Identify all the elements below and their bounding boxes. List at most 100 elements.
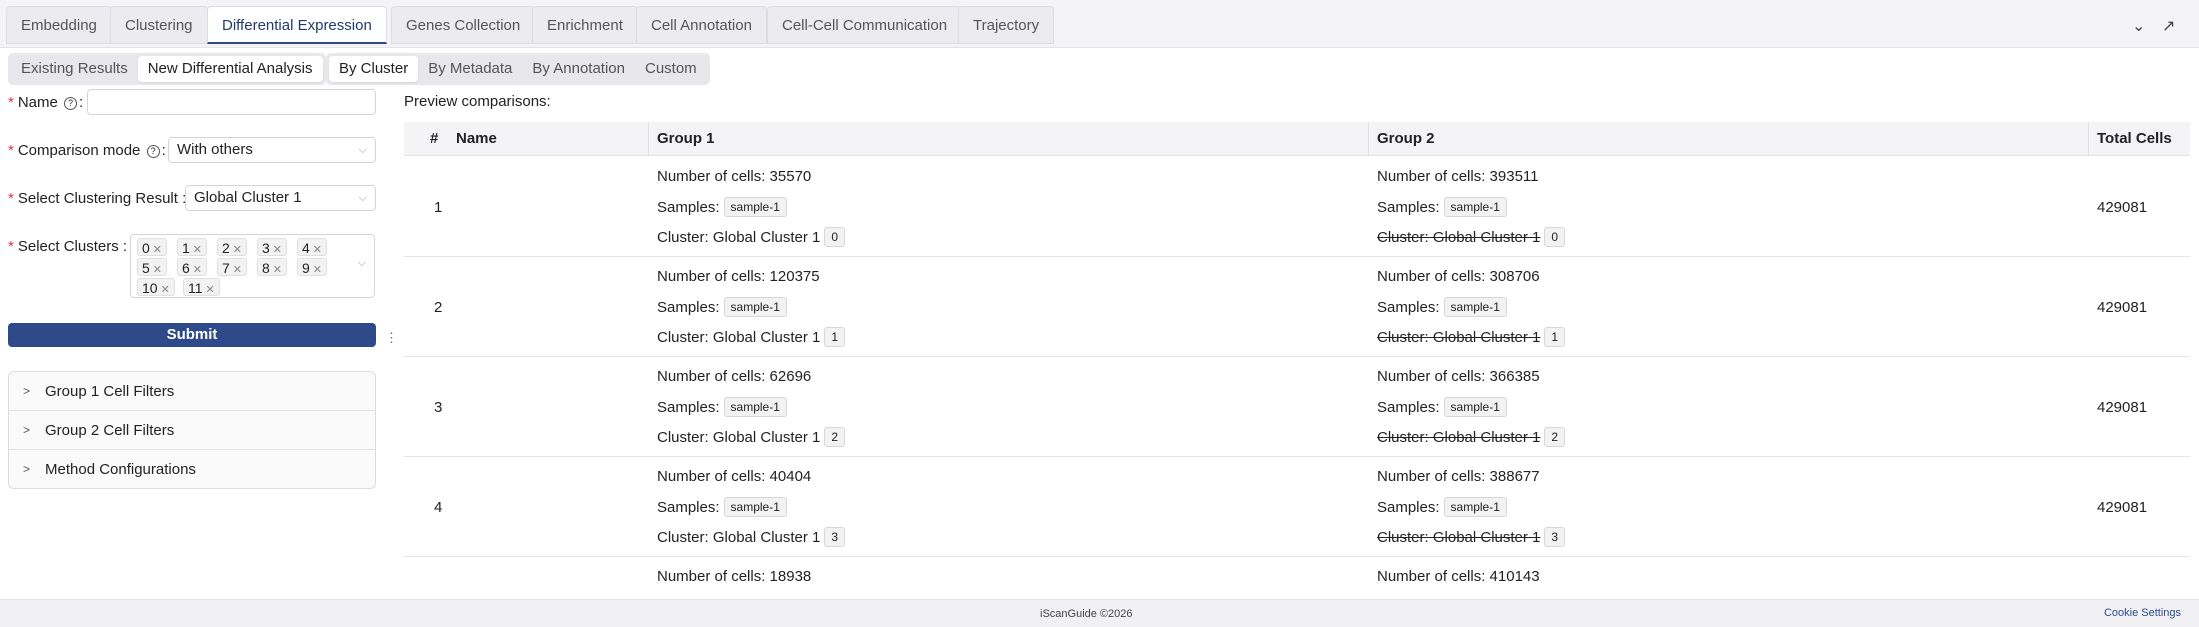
close-icon[interactable]: ✕	[273, 244, 282, 256]
close-icon[interactable]: ✕	[153, 264, 162, 276]
col-name: Name	[456, 130, 497, 147]
footer-brand: iScanGuide ©2026	[1040, 608, 1133, 620]
top-tab-bar: • • • Embedding Clustering Differential …	[0, 0, 2199, 48]
tab-enrichment[interactable]: Enrichment	[532, 6, 638, 44]
help-icon[interactable]: ?	[146, 145, 160, 158]
chevron-down-icon: ⌵	[357, 257, 366, 269]
close-icon[interactable]: ✕	[153, 244, 162, 256]
method-config-panel[interactable]: > Method Configurations	[9, 450, 375, 489]
group1-cluster: Cluster: Global Cluster 12	[657, 427, 846, 447]
col-total-cells: Total Cells	[2088, 122, 2172, 156]
group2-samples: Samples: sample-1	[1377, 297, 1507, 317]
group2-samples: Samples: sample-1	[1377, 497, 1507, 517]
cluster-tag[interactable]: 10 ✕	[137, 278, 175, 296]
group1-cell-count: Number of cells: 62696	[657, 368, 812, 385]
cluster-tag[interactable]: 5 ✕	[137, 258, 168, 276]
cluster-tag[interactable]: 6 ✕	[177, 258, 208, 276]
group2-filters-panel[interactable]: > Group 2 Cell Filters	[9, 411, 375, 450]
close-icon[interactable]: ✕	[206, 284, 215, 296]
cluster-tag[interactable]: 11 ✕	[183, 278, 220, 296]
total-cells: 429081	[2097, 499, 2148, 516]
group1-cluster: Cluster: Global Cluster 11	[657, 327, 846, 347]
row-number: 1	[434, 199, 443, 216]
group1-samples: Samples: sample-1	[657, 297, 787, 317]
clustering-result-select[interactable]: Global Cluster 1 ⌵	[185, 185, 376, 211]
cluster-tag[interactable]: 0 ✕	[137, 238, 168, 256]
tab-custom[interactable]: Custom	[635, 56, 707, 82]
group1-samples: Samples: sample-1	[657, 397, 787, 417]
cluster-chip: 3	[1544, 527, 1566, 547]
close-icon[interactable]: ✕	[313, 244, 322, 256]
tab-trajectory[interactable]: Trajectory	[958, 6, 1055, 44]
tab-differential-expression[interactable]: Differential Expression	[207, 6, 387, 44]
close-icon[interactable]: ✕	[233, 244, 242, 256]
clusters-multiselect[interactable]: 0 ✕ 1 ✕ 2 ✕ 3 ✕ 4 ✕ 5 ✕ 6 ✕ 7 ✕ 8 ✕ 9 ✕ 10 ✕ 11 ✕ ⌵	[130, 234, 375, 298]
cluster-chip: 1	[1544, 327, 1566, 347]
sample-chip: sample-1	[723, 197, 787, 217]
cluster-chip: 1	[824, 327, 846, 347]
cluster-tag[interactable]: 9 ✕	[297, 258, 328, 276]
resize-handle-icon[interactable]: ⋮	[385, 330, 398, 346]
tab-cell-cell-communication[interactable]: Cell-Cell Communication	[767, 6, 963, 44]
close-icon[interactable]: ✕	[193, 244, 202, 256]
group2-cluster: Cluster: Global Cluster 11	[1377, 327, 1566, 347]
cluster-tag[interactable]: 4 ✕	[297, 238, 328, 256]
filters-collapse: > Group 1 Cell Filters > Group 2 Cell Filt…	[8, 371, 376, 489]
group2-cell-count: Number of cells: 410143	[1377, 568, 1540, 585]
close-icon[interactable]: ✕	[233, 264, 242, 276]
close-icon[interactable]: ✕	[273, 264, 282, 276]
col-group1: Group 1	[648, 122, 715, 156]
tab-existing-results[interactable]: Existing Results	[11, 56, 138, 82]
help-icon[interactable]: ?	[64, 97, 78, 110]
close-icon[interactable]: ✕	[193, 264, 202, 276]
row-number: 3	[434, 399, 443, 416]
comparison-mode-select[interactable]: With others ⌵	[168, 137, 376, 163]
chevron-down-icon[interactable]: ⌄	[2132, 16, 2145, 36]
close-icon[interactable]: ✕	[161, 284, 170, 296]
cluster-tag[interactable]: 2 ✕	[217, 238, 248, 256]
tab-cell-annotation[interactable]: Cell Annotation	[636, 6, 767, 44]
group2-cluster: Cluster: Global Cluster 12	[1377, 427, 1566, 447]
group1-cell-count: Number of cells: 120375	[657, 268, 820, 285]
external-link-icon[interactable]: ↗	[2162, 16, 2175, 36]
group1-samples: Samples: sample-1	[657, 497, 787, 517]
tab-by-annotation[interactable]: By Annotation	[522, 56, 635, 82]
sample-chip: sample-1	[1443, 297, 1507, 317]
table-header: # Name Group 1 Group 2 Total Cells	[404, 122, 2190, 156]
clustering-result-value: Global Cluster 1	[194, 189, 302, 206]
cluster-tag[interactable]: 7 ✕	[217, 258, 248, 276]
row-number: 2	[434, 299, 443, 316]
submit-button[interactable]: Submit	[8, 323, 376, 347]
group2-cell-count: Number of cells: 366385	[1377, 368, 1540, 385]
comparison-mode-value: With others	[177, 141, 253, 158]
tab-clustering[interactable]: Clustering	[110, 6, 208, 44]
col-group2: Group 2	[1368, 122, 1435, 156]
tab-by-cluster[interactable]: By Cluster	[329, 56, 419, 82]
name-input[interactable]	[87, 89, 376, 115]
chevron-right-icon: >	[23, 462, 31, 476]
table-row: 2 Number of cells: 120375 Samples: sample…	[404, 257, 2190, 357]
cluster-tag[interactable]: 8 ✕	[257, 258, 288, 276]
tab-new-differential-analysis[interactable]: New Differential Analysis	[137, 56, 323, 82]
group1-cell-count: Number of cells: 40404	[657, 468, 812, 485]
close-icon[interactable]: ✕	[313, 264, 322, 276]
row-number: 4	[434, 499, 443, 516]
drag-handle-icon[interactable]: • • •	[1094, 0, 1110, 5]
tab-by-metadata[interactable]: By Metadata	[418, 56, 522, 82]
group1-cluster: Cluster: Global Cluster 13	[657, 527, 846, 547]
group1-filters-panel[interactable]: > Group 1 Cell Filters	[9, 372, 375, 411]
sample-chip: sample-1	[1443, 397, 1507, 417]
table-row: 3 Number of cells: 62696 Samples: sample-…	[404, 357, 2190, 457]
footer: iScanGuide ©2026 Cookie Settings	[0, 599, 2199, 627]
tab-genes-collection[interactable]: Genes Collection	[391, 6, 536, 44]
preview-title: Preview comparisons:	[404, 93, 551, 110]
table-row: 1 Number of cells: 35570 Samples: sample-…	[404, 157, 2190, 257]
cluster-tag[interactable]: 3 ✕	[257, 238, 288, 256]
cluster-chip: 2	[824, 427, 846, 447]
cookie-settings-link[interactable]: Cookie Settings	[2104, 607, 2181, 619]
group1-samples: Samples: sample-1	[657, 197, 787, 217]
by-segmented-control: By Cluster By Metadata By Annotation Cus…	[326, 53, 710, 85]
cluster-tag[interactable]: 1 ✕	[177, 238, 208, 256]
tab-embedding[interactable]: Embedding	[6, 6, 112, 44]
total-cells: 429081	[2097, 399, 2148, 416]
